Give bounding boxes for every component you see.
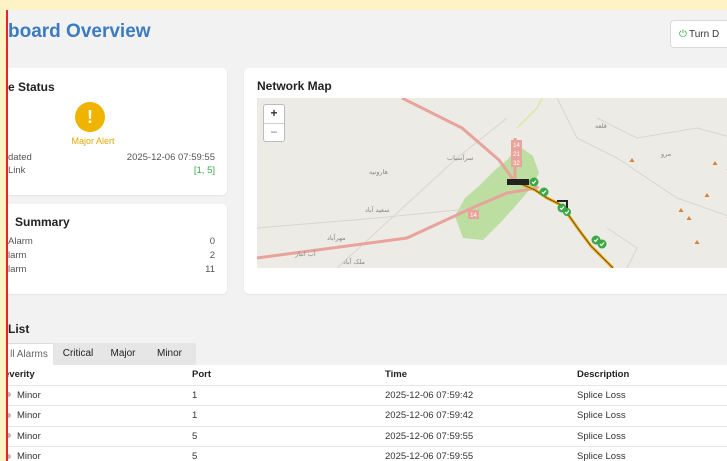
row-time: 2025-12-06 07:59:42 xyxy=(385,410,474,421)
svg-text:هارونيه: هارونيه xyxy=(369,168,389,176)
summary-label-minor: larm xyxy=(8,264,27,275)
node-check-icon xyxy=(529,177,539,187)
row-description: Splice Loss xyxy=(577,430,626,442)
map-zoom-control: + − xyxy=(263,104,285,142)
tab-minor[interactable]: Minor xyxy=(143,343,196,365)
svg-text:32: 32 xyxy=(513,161,520,167)
network-map[interactable]: 14 21 32 14 هارونيه سعيد آباد مهرآباد مل… xyxy=(257,98,727,268)
road-shield: 14 xyxy=(511,140,522,149)
svg-text:14: 14 xyxy=(513,143,520,149)
row-description: Splice Loss xyxy=(577,410,626,421)
updated-value: 2025-12-06 07:59:55 xyxy=(126,152,215,163)
dashboard-frame: board Overview ⏻ Turn D e Status ! Major… xyxy=(6,10,727,461)
road-shield: 21 xyxy=(511,149,522,158)
tab-major[interactable]: Major xyxy=(103,343,143,365)
severity-dot xyxy=(8,433,11,439)
svg-text:مرو: مرو xyxy=(660,150,671,158)
row-severity: Minor xyxy=(17,389,41,401)
summary-value-minor: 11 xyxy=(205,264,215,275)
svg-text:آب انبار: آب انبار xyxy=(294,249,317,258)
alarm-table: everity Port Time Description Minor 1 20… xyxy=(8,365,727,461)
severity-dot xyxy=(8,412,11,418)
row-time: 2025-12-06 07:59:55 xyxy=(385,430,474,442)
summary-value-critical: 0 xyxy=(209,236,215,247)
network-map-title: Network Map xyxy=(257,79,332,93)
power-icon: ⏻ xyxy=(679,29,687,40)
col-severity[interactable]: everity xyxy=(8,365,35,384)
updated-label: dated xyxy=(8,152,32,163)
device-status-title: e Status xyxy=(8,80,55,94)
svg-text:ملک آباد: ملک آباد xyxy=(343,257,365,266)
table-row[interactable]: Minor 1 2025-12-06 07:59:42 Splice Loss xyxy=(8,406,727,427)
map-canvas: 14 21 32 14 هارونيه سعيد آباد مهرآباد مل… xyxy=(257,98,727,268)
table-header: everity Port Time Description xyxy=(8,365,727,386)
row-description: Splice Loss xyxy=(577,451,626,461)
node-check-icon xyxy=(563,208,571,216)
cable-marker xyxy=(507,179,529,185)
alert-status-label: Major Alert xyxy=(71,136,115,146)
svg-text:سرآسياب: سرآسياب xyxy=(447,153,473,162)
table-row[interactable]: Minor 5 2025-12-06 07:59:55 Splice Loss xyxy=(8,447,727,461)
row-port: 5 xyxy=(192,430,198,442)
summary-label-major: larm xyxy=(8,250,27,261)
svg-text:قلعه: قلعه xyxy=(595,122,607,130)
svg-text:مهرآباد: مهرآباد xyxy=(327,233,346,242)
row-severity: Minor xyxy=(17,451,41,461)
row-severity: Minor xyxy=(17,410,41,421)
link-value: [1, 5] xyxy=(193,165,215,176)
zoom-in-button[interactable]: + xyxy=(264,105,284,123)
link-label: Link xyxy=(8,165,26,176)
turn-button-label: Turn D xyxy=(689,29,720,40)
svg-text:سعيد آباد: سعيد آباد xyxy=(365,205,390,214)
row-port: 1 xyxy=(192,410,198,421)
tab-critical[interactable]: Critical xyxy=(53,343,103,365)
severity-dot xyxy=(8,392,11,398)
severity-dot xyxy=(8,453,11,459)
tab-all-alarms[interactable]: ll Alarms xyxy=(8,343,54,366)
major-alert-icon: ! xyxy=(75,102,105,132)
node-check-icon xyxy=(539,187,549,197)
col-time[interactable]: Time xyxy=(385,365,407,384)
row-time: 2025-12-06 07:59:55 xyxy=(385,451,474,461)
col-port[interactable]: Port xyxy=(192,365,211,384)
zoom-out-button[interactable]: − xyxy=(264,123,284,142)
alarm-summary-title: Summary xyxy=(15,215,70,229)
network-map-card: Network Map 14 21 32 14 هارونيه سعيد آبا… xyxy=(244,68,727,294)
svg-text:14: 14 xyxy=(470,213,477,219)
row-port: 5 xyxy=(192,451,198,461)
device-status-card: e Status ! Major Alert dated 2025-12-06 … xyxy=(8,68,227,195)
page-title: board Overview xyxy=(8,21,151,42)
alarm-summary-card: Summary Alarm 0 larm 2 larm 11 xyxy=(8,204,227,294)
alarm-list-title: List xyxy=(8,322,30,336)
row-description: Splice Loss xyxy=(577,389,626,401)
summary-label-critical: Alarm xyxy=(8,236,33,247)
row-severity: Minor xyxy=(17,430,41,442)
table-row[interactable]: Minor 1 2025-12-06 07:59:42 Splice Loss xyxy=(8,386,727,406)
node-check-icon xyxy=(597,239,607,249)
summary-value-major: 2 xyxy=(209,250,215,261)
svg-text:21: 21 xyxy=(513,152,520,158)
table-row[interactable]: Minor 5 2025-12-06 07:59:55 Splice Loss xyxy=(8,427,727,447)
road-shield: 32 xyxy=(511,158,522,167)
row-time: 2025-12-06 07:59:42 xyxy=(385,389,474,401)
row-port: 1 xyxy=(192,389,198,401)
turn-button[interactable]: ⏻ Turn D xyxy=(670,20,727,48)
road-shield: 14 xyxy=(468,210,479,219)
col-description[interactable]: Description xyxy=(577,365,629,384)
